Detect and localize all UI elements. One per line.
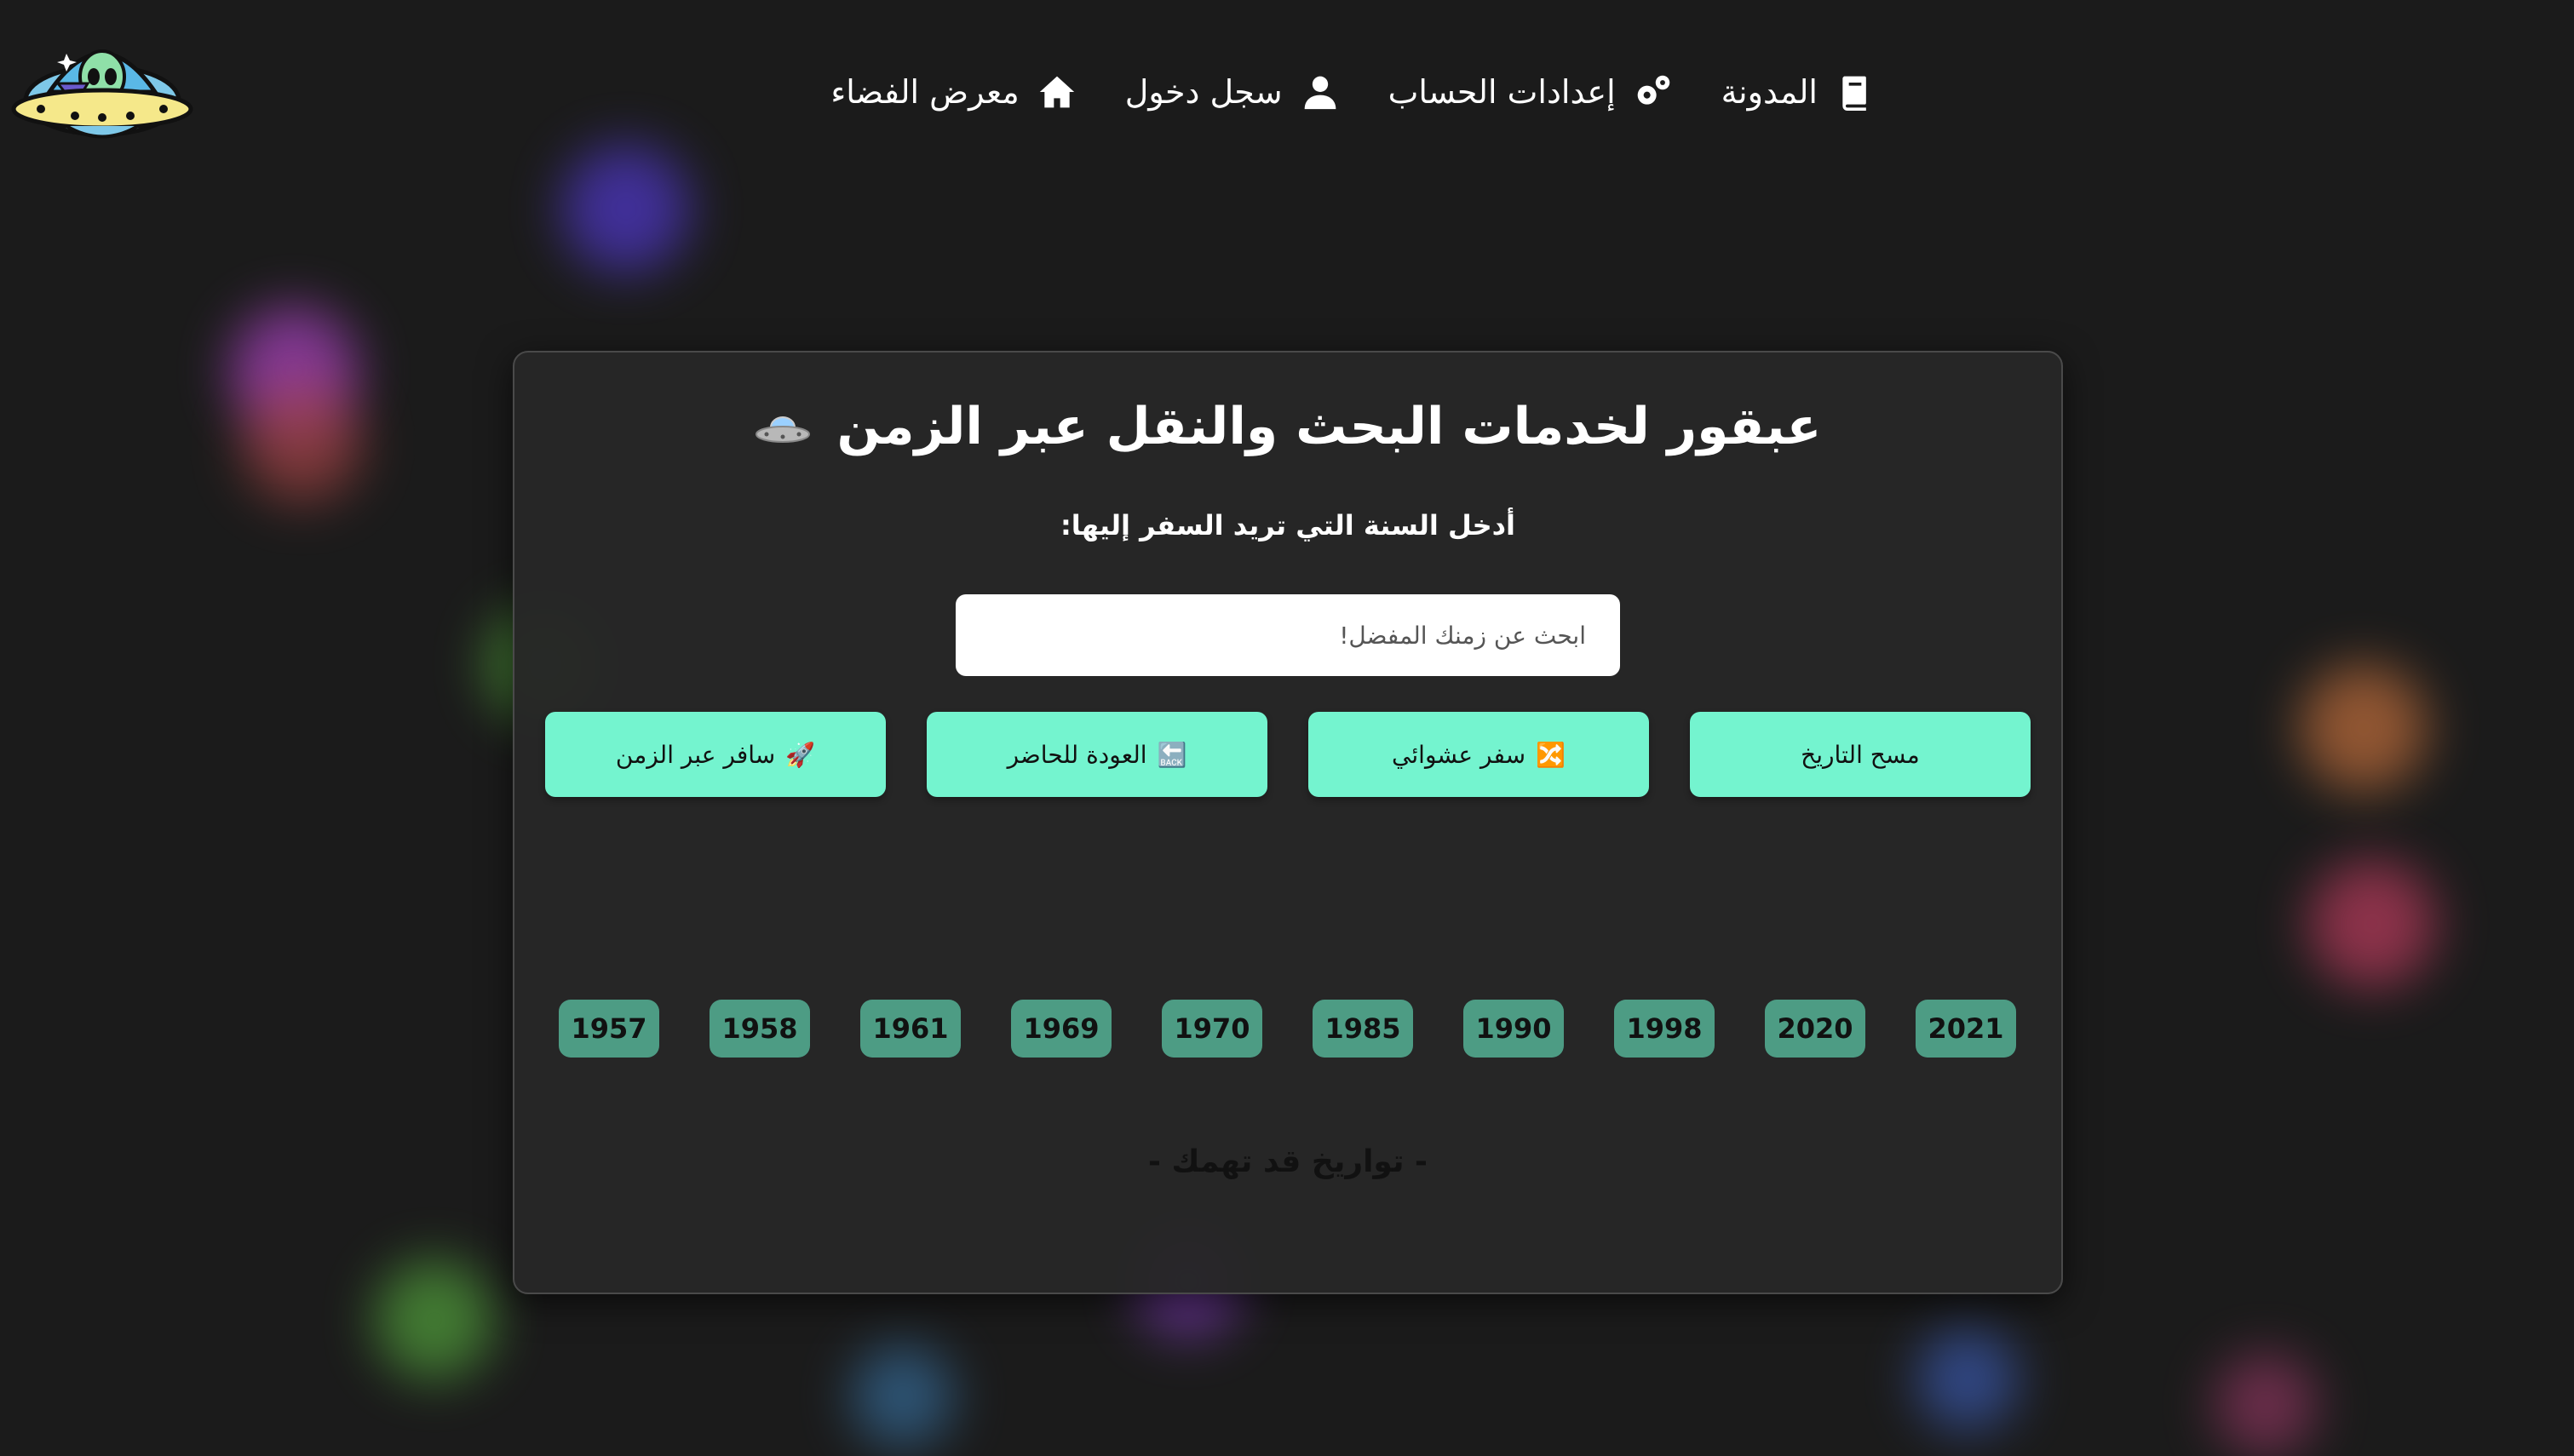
page-title: عبقور لخدمات البحث والنقل عبر الزمن [514, 397, 2061, 456]
suggestions-label: - تواريخ قد تهمك - [1148, 1144, 1428, 1179]
nav-item-label: إعدادات الحساب [1388, 73, 1616, 111]
back-arrow-icon: 🔙 [1157, 740, 1187, 769]
year-chip[interactable]: 1990 [1463, 1000, 1564, 1058]
bg-orb [2300, 664, 2427, 792]
bg-orb [2215, 1354, 2317, 1456]
nav-item-label: معرض الفضاء [830, 73, 1020, 111]
random-travel-button[interactable]: سفر عشوائي 🔀 [1308, 712, 1649, 797]
book-icon [1842, 76, 1866, 111]
year-chip[interactable]: 1957 [559, 1000, 659, 1058]
year-chip[interactable]: 1958 [710, 1000, 810, 1058]
suggested-years: 1957 1958 1961 1969 1970 1985 1990 1998 … [559, 1000, 2020, 1059]
clear-history-label: مسح التاريخ [1801, 740, 1920, 769]
time-travel-card: عبقور لخدمات البحث والنقل عبر الزمن :أدخ… [513, 351, 2063, 1294]
title-text: عبقور لخدمات البحث والنقل عبر الزمن [836, 397, 1822, 456]
time-travel-button[interactable]: سافر عبر الزمن 🚀 [545, 712, 886, 797]
bg-orb [852, 1345, 954, 1447]
ufo-icon [755, 416, 810, 444]
top-nav: المدونة إعدادات الحساب سجل دخول معرض الف… [818, 58, 1874, 126]
back-to-present-button[interactable]: العودة للحاضر 🔙 [927, 712, 1267, 797]
year-search-input[interactable] [956, 594, 1620, 676]
nav-item-space-gallery[interactable]: معرض الفضاء [830, 73, 1075, 111]
alien-ufo-logo[interactable] [7, 24, 194, 143]
shuffle-icon: 🔀 [1536, 740, 1566, 769]
year-chip[interactable]: 2020 [1765, 1000, 1865, 1058]
year-chip[interactable]: 1970 [1162, 1000, 1262, 1058]
home-icon [1039, 76, 1074, 108]
year-chip[interactable]: 1961 [860, 1000, 961, 1058]
nav-item-label: سجل دخول [1124, 73, 1283, 111]
nav-item-blog[interactable]: المدونة [1721, 73, 1874, 111]
nav-item-account-settings[interactable]: إعدادات الحساب [1388, 73, 1672, 111]
nav-item-label: المدونة [1721, 73, 1818, 111]
bg-orb [1916, 1328, 2019, 1430]
user-icon [1304, 76, 1336, 110]
bg-orb [243, 383, 362, 502]
bg-orb [2308, 860, 2436, 988]
bg-orb [375, 1260, 494, 1379]
action-buttons: سافر عبر الزمن 🚀 العودة للحاضر 🔙 سفر عشو… [545, 712, 2031, 799]
clear-history-button[interactable]: مسح التاريخ [1690, 712, 2031, 797]
back-to-present-label: العودة للحاضر [1007, 740, 1147, 769]
random-travel-label: سفر عشوائي [1392, 740, 1526, 769]
year-prompt: :أدخل السنة التي تريد السفر إليها [1060, 509, 1516, 542]
year-chip[interactable]: 2021 [1916, 1000, 2016, 1058]
nav-item-login[interactable]: سجل دخول [1125, 73, 1339, 111]
gears-icon [1637, 75, 1669, 105]
year-chip[interactable]: 1969 [1011, 1000, 1112, 1058]
rocket-icon: 🚀 [785, 740, 816, 769]
bg-orb [562, 145, 690, 272]
time-travel-label: سافر عبر الزمن [615, 740, 776, 769]
year-chip[interactable]: 1985 [1313, 1000, 1413, 1058]
year-chip[interactable]: 1998 [1614, 1000, 1715, 1058]
